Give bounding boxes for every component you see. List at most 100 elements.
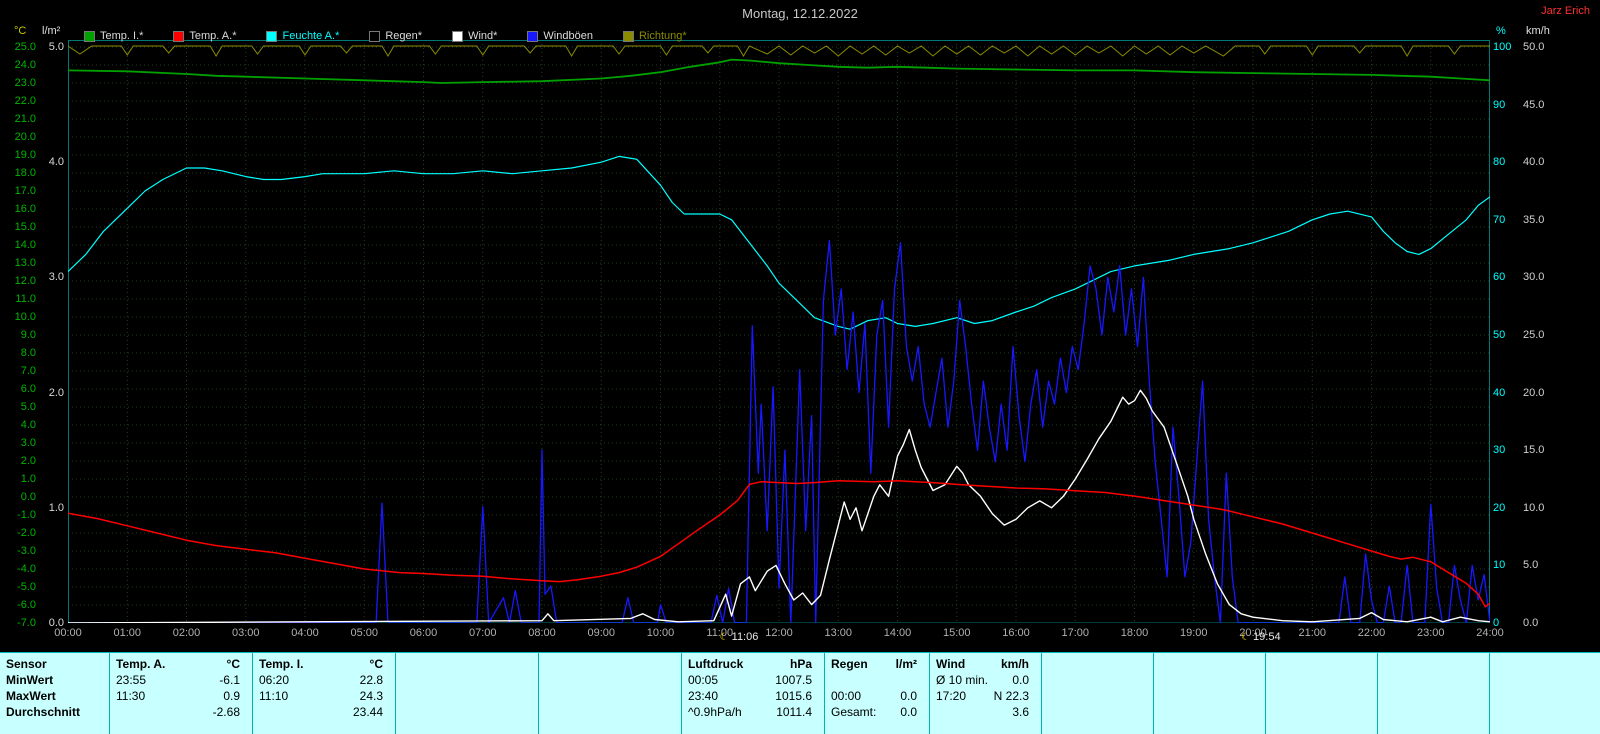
- cell-time: 11:10: [259, 688, 288, 704]
- axis-humidity-tick: 60: [1493, 270, 1517, 284]
- left-axis-unit-temp: °C: [14, 25, 26, 37]
- axis-temp-tick: -5.0: [2, 580, 36, 594]
- col-unit: °C: [370, 656, 383, 672]
- axis-wind-tick: 5.0: [1523, 558, 1565, 572]
- table-col-spacer: [1154, 653, 1266, 734]
- axis-rain-tick: 1.0: [42, 501, 64, 515]
- cell-time: 06:20: [259, 672, 289, 688]
- col-header: Luftdruck: [688, 656, 743, 672]
- legend-swatch-regen: [369, 31, 380, 42]
- cell-time: 00:05: [688, 672, 718, 688]
- axis-temp-tick: 17.0: [2, 184, 36, 198]
- row-label: Sensor: [6, 656, 47, 672]
- chart-plot[interactable]: [68, 40, 1490, 623]
- series-temp-i: [68, 60, 1490, 83]
- cell-value: 0.0: [900, 688, 917, 704]
- cell-value: 22.8: [360, 672, 383, 688]
- axis-time-tick: 21:00: [1290, 626, 1334, 640]
- axis-time-tick: 23:00: [1409, 626, 1453, 640]
- axis-time-tick: 12:00: [757, 626, 801, 640]
- col-unit: km/h: [1001, 656, 1029, 672]
- axis-temp-tick: 8.0: [2, 346, 36, 360]
- axis-wind-tick: 35.0: [1523, 213, 1565, 227]
- axis-temp-tick: 16.0: [2, 202, 36, 216]
- legend-label: Windböen: [543, 30, 593, 42]
- cell-time: 11:30: [116, 688, 145, 704]
- marker-time: 11:06: [732, 631, 759, 643]
- axis-rain-tick: 5.0: [42, 40, 64, 54]
- table-col-spacer: [539, 653, 682, 734]
- axis-time-tick: 03:00: [224, 626, 268, 640]
- legend-label: Temp. I.*: [100, 30, 143, 42]
- stats-table: Sensor MinWert MaxWert Durchschnitt Temp…: [0, 652, 1600, 734]
- axis-temp-tick: -7.0: [2, 616, 36, 630]
- axis-time-tick: 10:00: [639, 626, 683, 640]
- table-col-temp-a: Temp. A.°C 23:55-6.1 11:300.9 -2.68: [110, 653, 253, 734]
- table-col-temp-i: Temp. I.°C 06:2022.8 11:1024.3 23.44: [253, 653, 396, 734]
- axis-time-tick: 04:00: [283, 626, 327, 640]
- axis-wind-tick: 20.0: [1523, 386, 1565, 400]
- axis-time-tick: 00:00: [46, 626, 90, 640]
- legend-swatch-feuchte-a: [266, 31, 277, 42]
- axis-time-tick: 02:00: [165, 626, 209, 640]
- row-label: MaxWert: [6, 688, 56, 704]
- axis-humidity-tick: 50: [1493, 328, 1517, 342]
- axis-wind-tick: 50.0: [1523, 40, 1565, 54]
- moonrise-icon: ☾: [1241, 632, 1250, 643]
- axis-humidity-tick: 80: [1493, 155, 1517, 169]
- legend-item-richtung: Richtung*: [623, 30, 687, 42]
- cell-time: 23:40: [688, 688, 718, 704]
- col-header: Regen: [831, 656, 868, 672]
- col-header: Temp. I.: [259, 656, 303, 672]
- station-name: Jarz Erich: [1541, 5, 1590, 17]
- legend-item-windboeen: Windböen: [527, 30, 593, 42]
- axis-temp-tick: -1.0: [2, 508, 36, 522]
- axis-temp-tick: 15.0: [2, 220, 36, 234]
- axis-time-tick: 05:00: [342, 626, 386, 640]
- legend-swatch-temp-a: [173, 31, 184, 42]
- legend-swatch-temp-i: [84, 31, 95, 42]
- axis-temp-tick: 18.0: [2, 166, 36, 180]
- legend-item-temp-i: Temp. I.*: [84, 30, 143, 42]
- right-axis-unit-wind: km/h: [1526, 25, 1550, 37]
- cell-value: -6.1: [219, 672, 240, 688]
- axis-humidity-tick: 30: [1493, 443, 1517, 457]
- chart-title: Montag, 12.12.2022: [0, 6, 1600, 21]
- legend: Temp. I.* Temp. A.* Feuchte A.* Regen* Wind*…: [84, 30, 687, 42]
- axis-temp-tick: 25.0: [2, 40, 36, 54]
- col-unit: l/m²: [896, 656, 917, 672]
- axis-temp-tick: 19.0: [2, 148, 36, 162]
- axis-temp-tick: -4.0: [2, 562, 36, 576]
- legend-item-temp-a: Temp. A.*: [173, 30, 236, 42]
- axis-humidity-tick: 70: [1493, 213, 1517, 227]
- legend-swatch-windboeen: [527, 31, 538, 42]
- legend-label: Regen*: [385, 30, 422, 42]
- table-col-wind: Windkm/h Ø 10 min.0.0 17:20N 22.3 3.6: [930, 653, 1042, 734]
- axis-temp-tick: 7.0: [2, 364, 36, 378]
- cell-time: 00:00: [831, 688, 861, 704]
- legend-label: Temp. A.*: [189, 30, 236, 42]
- table-col-regen: Regenl/m² 00:000.0 Gesamt:0.0: [825, 653, 930, 734]
- cell-value: 0.9: [223, 688, 240, 704]
- axis-temp-tick: 3.0: [2, 436, 36, 450]
- axis-time-tick: 14:00: [876, 626, 920, 640]
- axis-temp-tick: 24.0: [2, 58, 36, 72]
- cell-label: ^0.9hPa/h: [688, 704, 742, 720]
- axis-wind-tick: 30.0: [1523, 270, 1565, 284]
- table-col-spacer: [1378, 653, 1490, 734]
- axis-temp-tick: 10.0: [2, 310, 36, 324]
- axis-wind-tick: 40.0: [1523, 155, 1565, 169]
- cell-time: 17:20: [936, 688, 966, 704]
- row-label: Durchschnitt: [6, 704, 80, 720]
- axis-humidity-tick: 20: [1493, 501, 1517, 515]
- axis-temp-tick: 9.0: [2, 328, 36, 342]
- axis-time-tick: 09:00: [579, 626, 623, 640]
- legend-label: Wind*: [468, 30, 497, 42]
- legend-item-feuchte-a: Feuchte A.*: [266, 30, 339, 42]
- cell-label: Ø 10 min.: [936, 672, 988, 688]
- axis-time-tick: 22:00: [1350, 626, 1394, 640]
- axis-wind-tick: 15.0: [1523, 443, 1565, 457]
- col-unit: °C: [227, 656, 240, 672]
- table-col-spacer: [1266, 653, 1378, 734]
- moonrise-marker: ☾19:54: [1241, 631, 1281, 643]
